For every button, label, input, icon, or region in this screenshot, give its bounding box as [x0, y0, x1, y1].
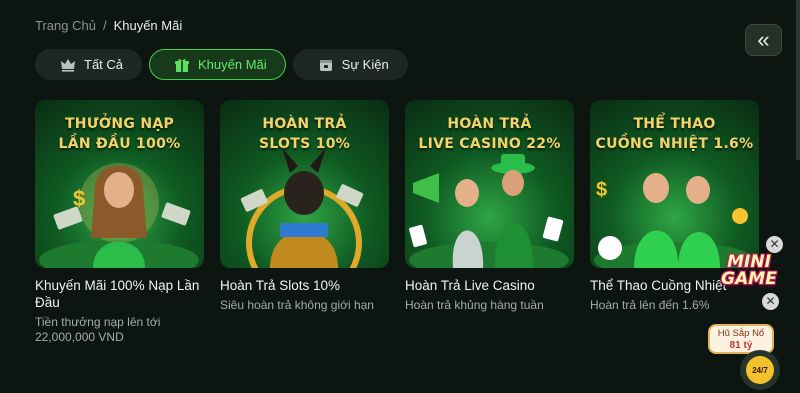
promo-card-title[interactable]: Khuyến Mãi 100% Nạp Lần Đầu	[35, 277, 204, 311]
promo-card[interactable]: HOÀN TRẢ SLOTS 10% Hoàn Trả Slots 10% Si…	[220, 100, 389, 345]
double-chevron-left-icon: «	[757, 27, 770, 52]
breadcrumb-separator: /	[102, 18, 107, 33]
promo-card-subtitle: Tiền thưởng nạp lên tới 22,000,000 VND	[35, 315, 161, 344]
support-chat-button[interactable]: 24/7	[740, 350, 780, 390]
live-casino-illustration	[409, 154, 569, 268]
svg-text:$: $	[596, 179, 607, 201]
banner-line-1: HOÀN TRẢ	[262, 116, 347, 132]
tab-all[interactable]: Tất Cả	[35, 49, 143, 80]
close-icon[interactable]: ✕	[766, 236, 783, 253]
woman-with-money-illustration: $	[39, 163, 199, 268]
banner-line-1: THỂ THAO	[633, 116, 716, 132]
promo-banner[interactable]: HOÀN TRẢ LIVE CASINO 22%	[405, 100, 574, 268]
headset-icon: 24/7	[746, 356, 774, 384]
close-icon[interactable]: ✕	[762, 293, 779, 310]
tab-promotions-label: Khuyến Mãi	[198, 57, 267, 72]
promo-banner[interactable]: THƯỞNG NẠP LẦN ĐẦU 100% $	[35, 100, 204, 268]
crown-icon	[60, 57, 76, 73]
tab-promotions[interactable]: Khuyến Mãi	[149, 49, 286, 80]
banner-line-1: THƯỞNG NẠP	[64, 116, 175, 132]
promo-tabs: Tất Cả Khuyến Mãi Sự Kiện	[35, 49, 408, 80]
promo-card-list: THƯỞNG NẠP LẦN ĐẦU 100% $ Khuyến Mãi 100…	[35, 100, 759, 345]
gift-icon	[174, 57, 190, 73]
support-label: 24/7	[752, 365, 768, 375]
promo-card-title[interactable]: Hoàn Trả Live Casino	[405, 277, 574, 294]
promo-card[interactable]: THƯỞNG NẠP LẦN ĐẦU 100% $ Khuyến Mãi 100…	[35, 100, 204, 345]
promo-card-subtitle: Siêu hoàn trả không giới hạn	[220, 298, 374, 312]
breadcrumb-home-link[interactable]: Trang Chủ	[35, 18, 96, 33]
svg-text:$: $	[73, 186, 85, 211]
collapse-panel-button[interactable]: «	[745, 24, 782, 56]
minigame-widget[interactable]: ✕ MINI GAME ✕ Hũ Sắp Nổ 81 tỷ	[708, 236, 788, 356]
promo-banner[interactable]: HOÀN TRẢ SLOTS 10%	[220, 100, 389, 268]
calendar-icon	[318, 57, 334, 73]
page-scrollbar[interactable]	[796, 0, 800, 160]
breadcrumb: Trang Chủ / Khuyến Mãi	[35, 18, 182, 33]
breadcrumb-current: Khuyến Mãi	[113, 18, 183, 33]
banner-line-1: HOÀN TRẢ	[447, 116, 532, 132]
jackpot-label: Hũ Sắp Nổ	[717, 328, 765, 339]
promo-card-subtitle: Hoàn trả khủng hàng tuần	[405, 298, 544, 312]
anubis-slots-illustration	[240, 148, 364, 268]
tab-all-label: Tất Cả	[84, 57, 124, 72]
tab-events[interactable]: Sự Kiện	[292, 49, 408, 80]
promo-card[interactable]: HOÀN TRẢ LIVE CASINO 22% Hoàn Trả Live C…	[405, 100, 574, 345]
tab-events-label: Sự Kiện	[341, 57, 389, 72]
promo-card-title[interactable]: Hoàn Trả Slots 10%	[220, 277, 389, 294]
